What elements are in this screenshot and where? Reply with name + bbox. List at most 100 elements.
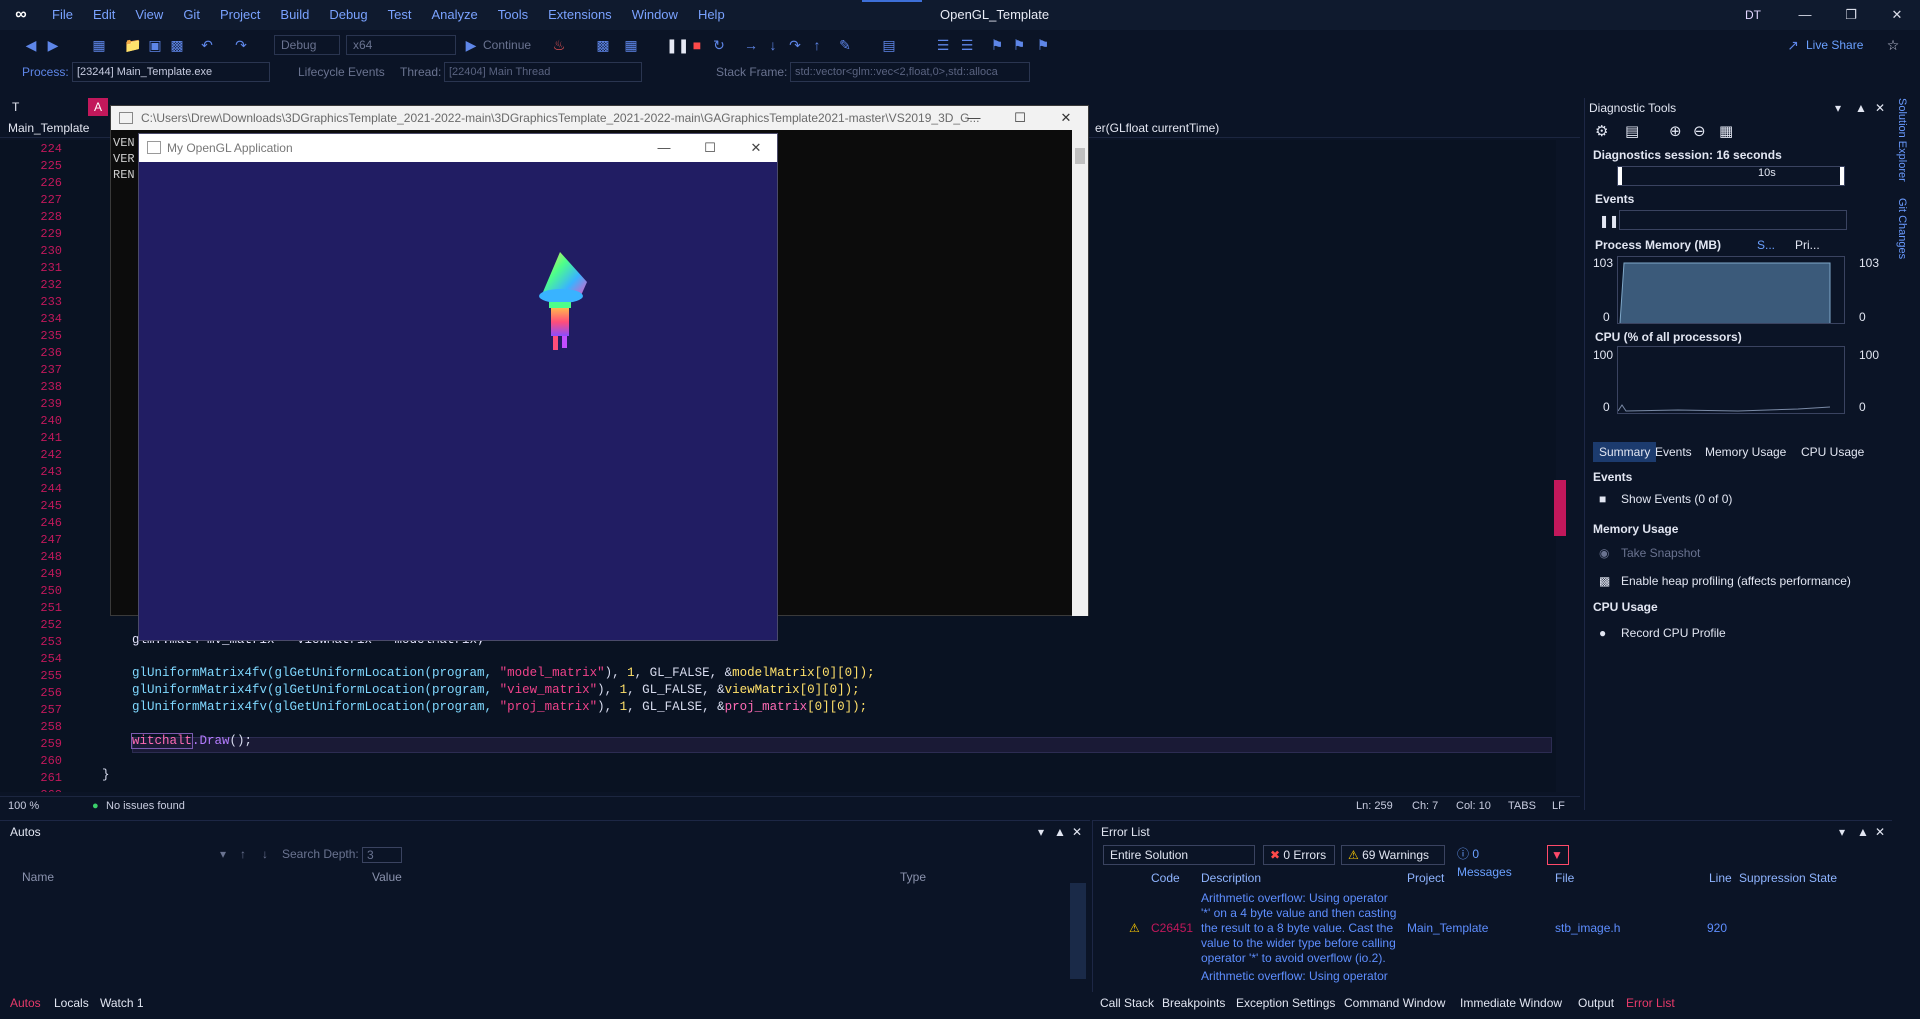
reset-view-icon[interactable]: ▦	[1719, 122, 1733, 140]
dropdown-icon[interactable]: ▾	[1835, 101, 1841, 115]
live-share-button[interactable]: Live Share	[1806, 36, 1863, 54]
autos-pin-icon[interactable]: ▲	[1054, 825, 1066, 839]
comment-icon[interactable]: ☰	[934, 36, 952, 54]
minimize-button[interactable]: —	[1782, 0, 1828, 30]
visual-studio-logo-icon[interactable]: ∞	[0, 0, 42, 30]
scope-dropdown[interactable]: Entire Solution	[1103, 845, 1255, 865]
process-dropdown[interactable]: [23244] Main_Template.exe	[72, 62, 270, 82]
opengl-app-window[interactable]: My OpenGL Application — ☐ ✕	[138, 133, 778, 641]
thread-icon[interactable]: ▤	[880, 36, 898, 54]
menu-view[interactable]: View	[125, 0, 173, 30]
console-maximize-button[interactable]: ☐	[997, 106, 1043, 130]
menu-file[interactable]: File	[42, 0, 83, 30]
column-line[interactable]: Line	[1709, 871, 1732, 885]
heap-profiling-option[interactable]: Enable heap profiling (affects performan…	[1621, 574, 1851, 588]
pin-icon[interactable]: ▲	[1855, 101, 1867, 115]
close-panel-icon[interactable]: ✕	[1875, 101, 1885, 115]
column-code[interactable]: Code	[1151, 871, 1180, 885]
select-tools-icon[interactable]: ▤	[1625, 122, 1639, 140]
menu-debug[interactable]: Debug	[319, 0, 377, 30]
timeline-end-handle[interactable]	[1840, 167, 1844, 185]
undo-icon[interactable]: ↶	[198, 36, 216, 54]
code-line-257[interactable]: glUniformMatrix4fv(glGetUniformLocation(…	[132, 700, 867, 714]
column-file[interactable]: File	[1555, 871, 1574, 885]
tab-watch-1[interactable]: Watch 1	[100, 996, 144, 1010]
prev-bookmark-icon[interactable]: ⚑	[1010, 36, 1028, 54]
memory-section-label[interactable]: Process Memory (MB)	[1595, 238, 1721, 252]
forward-icon[interactable]: ▶	[44, 36, 62, 54]
browser-link-icon[interactable]: ▩	[594, 36, 612, 54]
column-suppression-state[interactable]: Suppression State	[1739, 871, 1837, 885]
menu-analyze[interactable]: Analyze	[421, 0, 487, 30]
tab-command-window[interactable]: Command Window	[1344, 996, 1445, 1010]
console-close-button[interactable]: ✕	[1043, 106, 1089, 130]
code-line-261[interactable]: }	[102, 768, 110, 782]
console-minimize-button[interactable]: —	[951, 106, 997, 130]
menu-extensions[interactable]: Extensions	[538, 0, 622, 30]
nav-member-dropdown[interactable]: er(GLfloat currentTime)	[1095, 120, 1219, 136]
warnings-filter-button[interactable]: ⚠ 69 Warnings	[1341, 845, 1445, 865]
console-scroll-thumb[interactable]	[1075, 148, 1085, 164]
step-over-icon[interactable]: ↷	[786, 36, 804, 54]
open-icon[interactable]: 📁	[124, 36, 142, 54]
feedback-icon[interactable]: ☆	[1884, 36, 1902, 54]
tab-output[interactable]: Output	[1578, 996, 1614, 1010]
restart-icon[interactable]: ↻	[710, 36, 728, 54]
error-pin-icon[interactable]: ▲	[1857, 825, 1869, 839]
opengl-close-button[interactable]: ✕	[733, 134, 779, 162]
save-icon[interactable]: ▣	[146, 36, 164, 54]
user-avatar[interactable]: DT	[1742, 5, 1764, 25]
events-timeline[interactable]	[1619, 210, 1847, 230]
search-up-icon[interactable]: ↑	[240, 847, 246, 861]
break-all-icon[interactable]: ❚❚	[666, 36, 689, 54]
error-file[interactable]: stb_image.h	[1555, 921, 1620, 936]
tab-error-list[interactable]: Error List	[1626, 996, 1675, 1010]
errors-filter-button[interactable]: ✖ 0 Errors	[1263, 845, 1335, 865]
autos-scrollbar[interactable]	[1070, 883, 1086, 979]
continue-button[interactable]: Continue	[483, 36, 531, 54]
column-project[interactable]: Project	[1407, 871, 1444, 885]
editor-scrollbar[interactable]	[1556, 140, 1566, 792]
search-depth-input[interactable]: 3	[362, 847, 402, 863]
menu-tools[interactable]: Tools	[488, 0, 538, 30]
code-line-255[interactable]: glUniformMatrix4fv(glGetUniformLocation(…	[132, 666, 875, 680]
tab-events[interactable]: Events	[1649, 442, 1698, 462]
tab-immediate-window[interactable]: Immediate Window	[1460, 996, 1562, 1010]
layout-icon[interactable]: ▦	[622, 36, 640, 54]
search-down-icon[interactable]: ↓	[262, 847, 268, 861]
tab-vector[interactable]: T	[6, 98, 25, 116]
opengl-maximize-button[interactable]: ☐	[687, 134, 733, 162]
uncomment-icon[interactable]: ☰	[958, 36, 976, 54]
error-description[interactable]: Arithmetic overflow: Using operator '*' …	[1201, 891, 1399, 966]
menu-edit[interactable]: Edit	[83, 0, 125, 30]
tab-summary[interactable]: Summary	[1593, 442, 1657, 462]
maximize-button[interactable]: ❐	[1828, 0, 1874, 30]
error-close-icon[interactable]: ✕	[1875, 825, 1885, 839]
solution-explorer-tab[interactable]: Solution Explorer	[1896, 98, 1908, 182]
record-cpu-profile-button[interactable]: Record CPU Profile	[1621, 626, 1726, 640]
next-error-description[interactable]: Arithmetic overflow: Using operator	[1201, 969, 1399, 984]
menu-git[interactable]: Git	[173, 0, 210, 30]
opengl-titlebar[interactable]: My OpenGL Application — ☐ ✕	[139, 134, 777, 162]
close-button[interactable]: ✕	[1874, 0, 1920, 30]
tab-exception-settings[interactable]: Exception Settings	[1236, 996, 1335, 1010]
stack-frame-dropdown[interactable]: std::vector<glm::vec<2,float,0>,std::all…	[790, 62, 1030, 82]
lifecycle-events-dropdown[interactable]: Lifecycle Events	[298, 63, 385, 81]
bookmark-icon[interactable]: ⚑	[988, 36, 1006, 54]
menu-build[interactable]: Build	[270, 0, 319, 30]
tab-source[interactable]: A	[88, 98, 109, 116]
column-type[interactable]: Type	[900, 870, 926, 884]
filter-icon[interactable]: ▼	[1547, 845, 1569, 865]
cpu-section-label[interactable]: CPU (% of all processors)	[1595, 330, 1742, 344]
zoom-out-icon[interactable]: ⊖	[1693, 122, 1706, 140]
error-dropdown-icon[interactable]: ▾	[1839, 825, 1845, 839]
issues-status[interactable]: No issues found	[106, 799, 185, 813]
error-code[interactable]: C26451	[1151, 921, 1193, 936]
opengl-minimize-button[interactable]: —	[641, 134, 687, 162]
platform-dropdown[interactable]: x64	[346, 35, 456, 55]
tab-autos[interactable]: Autos	[10, 996, 41, 1010]
timeline-ruler[interactable]: 10s	[1617, 166, 1845, 186]
tab-locals[interactable]: Locals	[54, 996, 89, 1010]
messages-filter-button[interactable]: ⓘ 0 Messages	[1451, 845, 1541, 879]
autos-dropdown-icon[interactable]: ▾	[1038, 825, 1044, 839]
